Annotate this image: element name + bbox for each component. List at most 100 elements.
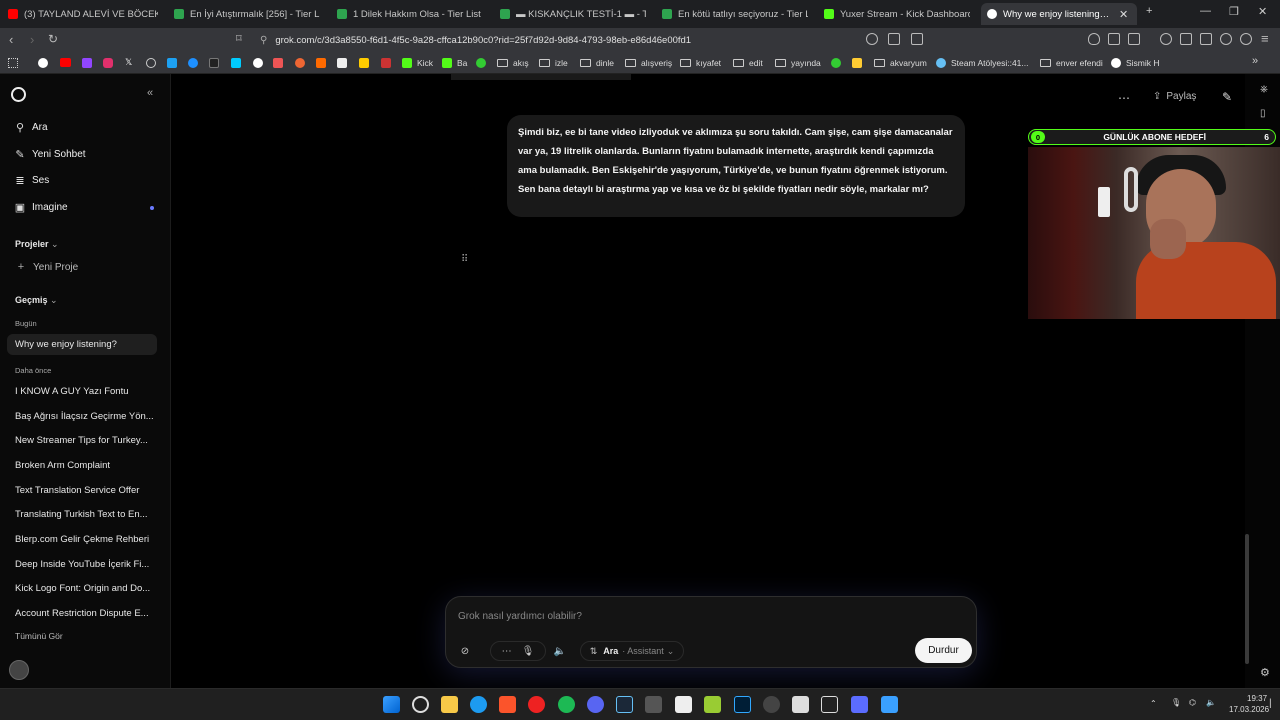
browser-tab[interactable]: ▬ KISKANÇLIK TESTİ-1 ▬ - Tier List... <box>500 3 646 25</box>
tray-chevron-icon[interactable]: ⌃ <box>1150 699 1157 708</box>
microphone-icon[interactable]: 🎙 <box>1171 698 1181 707</box>
bookmark-folder[interactable]: izle <box>539 56 568 70</box>
history-item-active[interactable]: Why we enjoy listening? <box>7 334 157 355</box>
search-icon[interactable] <box>412 696 429 713</box>
app-icon[interactable] <box>792 696 809 713</box>
browser-tab[interactable]: 1 Dilek Hakkım Olsa - Tier List | Kör S.… <box>337 3 483 25</box>
collapse-sidebar-icon[interactable]: « <box>147 87 153 99</box>
shield-icon[interactable] <box>1088 33 1100 45</box>
new-chat-icon[interactable]: ✎ <box>1222 90 1232 104</box>
menu-icon[interactable]: ≡ <box>1261 31 1269 46</box>
maximize-icon[interactable]: ❐ <box>1229 5 1239 18</box>
cast-icon[interactable] <box>888 33 900 45</box>
mode-selector[interactable]: ⇅ Ara · Assistant ⌄ <box>580 641 684 661</box>
github-icon[interactable] <box>146 58 156 68</box>
bookmark-folder[interactable]: edit <box>733 56 763 70</box>
bookmark-folder[interactable]: dinle <box>580 56 614 70</box>
brave-icon[interactable] <box>499 696 516 713</box>
discord-icon[interactable] <box>587 696 604 713</box>
instagram-icon[interactable] <box>103 58 113 68</box>
app-icon[interactable] <box>881 696 898 713</box>
network-icon[interactable]: ⌬ <box>1189 698 1196 707</box>
browser-tab[interactable]: Yuxer Stream - Kick Dashboard <box>824 3 970 25</box>
scrollbar[interactable] <box>1245 534 1249 664</box>
voice-controls[interactable]: ⋯ 🎙 <box>490 641 546 661</box>
spotify-icon[interactable] <box>558 696 575 713</box>
minimize-icon[interactable]: — <box>1200 5 1211 17</box>
wallet-icon[interactable] <box>1200 33 1212 45</box>
site-icon[interactable] <box>188 58 198 68</box>
prompt-input[interactable] <box>458 607 898 625</box>
pin-icon[interactable]: ⎈ <box>1260 84 1268 95</box>
back-icon[interactable]: ‹ <box>9 32 13 47</box>
site-icon[interactable] <box>381 58 391 68</box>
history-item[interactable]: Translating Turkish Text to En... <box>15 509 155 520</box>
site-icon[interactable] <box>852 58 862 68</box>
site-icon[interactable] <box>209 58 219 68</box>
history-item[interactable]: Baş Ağrısı İlaçsız Geçirme Yön... <box>15 411 155 422</box>
bookmark-icon[interactable]: ⌑ <box>236 32 242 45</box>
app-icon[interactable] <box>704 696 721 713</box>
clock-date[interactable]: 17.03.2026 <box>1229 705 1269 714</box>
gear-icon[interactable]: ⚙ <box>1260 666 1270 679</box>
history-item[interactable]: Text Translation Service Offer <box>15 485 155 496</box>
attach-icon[interactable]: ⊘ <box>456 641 474 661</box>
site-icon[interactable] <box>831 58 841 68</box>
forward-icon[interactable]: › <box>30 32 34 47</box>
file-explorer-icon[interactable] <box>441 696 458 713</box>
history-item[interactable]: New Streamer Tips for Turkey... <box>15 435 155 446</box>
sidebar-toggle-icon[interactable] <box>1180 33 1192 45</box>
app-icon[interactable] <box>851 696 868 713</box>
site-icon[interactable] <box>273 58 283 68</box>
site-icon[interactable] <box>253 58 263 68</box>
share-button[interactable]: ⇪ Paylaş <box>1153 91 1196 102</box>
close-window-icon[interactable]: ✕ <box>1258 5 1267 18</box>
opera-icon[interactable] <box>528 696 545 713</box>
google-icon[interactable] <box>38 58 48 68</box>
panel-icon[interactable]: ▯ <box>1260 108 1266 119</box>
grok-logo-icon[interactable] <box>11 87 26 102</box>
bookmark-sismik[interactable]: Sismik H <box>1111 56 1160 70</box>
notifications-icon[interactable]: ▏ <box>1270 699 1276 708</box>
steam-icon[interactable] <box>616 696 633 713</box>
browser-tab-active[interactable]: Why we enjoy listening? - Gr... ✕ <box>981 3 1137 25</box>
history-item[interactable]: Broken Arm Complaint <box>15 460 155 471</box>
bookmark-folder[interactable]: kıyafet <box>680 56 721 70</box>
bookmark-ba[interactable]: Ba <box>442 56 467 70</box>
x-icon[interactable]: 𝕏 <box>125 57 132 68</box>
screenshot-icon[interactable] <box>1128 33 1140 45</box>
epic-games-icon[interactable] <box>821 696 838 713</box>
bookmark-folder[interactable]: alışveriş <box>625 56 672 70</box>
volume-icon[interactable]: 🔈 <box>1206 698 1216 707</box>
bookmark-steam[interactable]: Steam Atölyesi::41... <box>936 56 1028 70</box>
calculator-icon[interactable] <box>645 696 662 713</box>
sidebar-item-new-chat[interactable]: ✎ Yeni Sohbet <box>14 148 85 161</box>
history-item[interactable]: Blerp.com Gelir Çekme Rehberi <box>15 534 155 545</box>
history-item[interactable]: Deep Inside YouTube İçerik Fi... <box>15 559 155 570</box>
bookmark-folder[interactable]: akış <box>497 56 529 70</box>
browser-tab[interactable]: En İyi Atıştırmalık [256] - Tier List | … <box>174 3 320 25</box>
site-icon[interactable] <box>337 58 347 68</box>
history-heading[interactable]: Geçmiş ⌄ <box>15 295 58 306</box>
speaker-icon[interactable]: 🔈 <box>550 641 570 661</box>
site-icon[interactable] <box>295 58 305 68</box>
start-icon[interactable] <box>383 696 400 713</box>
site-icon[interactable] <box>231 58 241 68</box>
history-item[interactable]: Kick Logo Font: Origin and Do... <box>15 583 155 594</box>
obs-icon[interactable] <box>763 696 780 713</box>
browser-tab[interactable]: En kötü tatlıyı seçiyoruz - Tier List | … <box>662 3 808 25</box>
browser-tab[interactable]: (3) TAYLAND ALEVİ VE BÖCEKLİ SO... <box>8 3 158 25</box>
sidebar-item-imagine[interactable]: ▣ Imagine <box>14 201 68 214</box>
new-project-button[interactable]: + Yeni Proje <box>15 261 78 273</box>
photoshop-icon[interactable] <box>734 696 751 713</box>
site-icon[interactable] <box>316 58 326 68</box>
youtube-icon[interactable] <box>60 58 71 67</box>
twitch-icon[interactable] <box>82 58 92 68</box>
stop-button[interactable]: Durdur <box>915 638 972 663</box>
reload-icon[interactable]: ↻ <box>48 32 58 46</box>
bookmark-folder[interactable]: enver efendi <box>1040 56 1103 70</box>
capcut-icon[interactable] <box>675 696 692 713</box>
apps-icon[interactable] <box>8 58 18 68</box>
site-icon[interactable] <box>476 58 486 68</box>
avatar[interactable] <box>9 660 29 680</box>
